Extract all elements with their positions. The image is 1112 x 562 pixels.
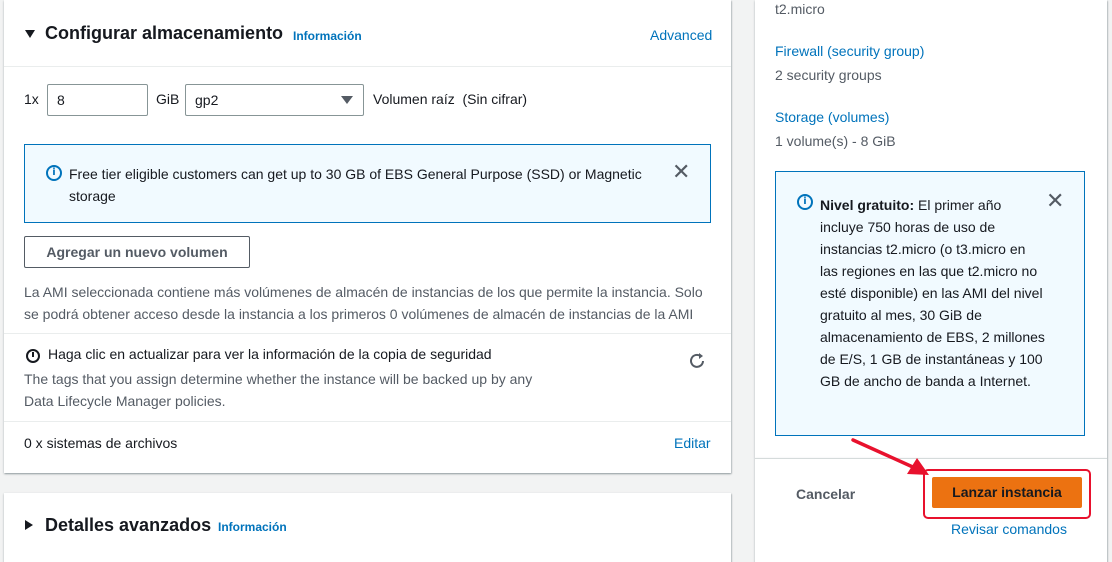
storage-section-title: Configurar almacenamiento [45, 23, 284, 43]
summary-panel: t2.micro Firewall (security group) 2 sec… [755, 0, 1107, 458]
free-tier-description: Nivel gratuito: El primer año incluye 75… [820, 194, 1045, 392]
filesystems-label: 0 x sistemas de archivos [24, 435, 178, 451]
collapse-caret-icon[interactable] [25, 30, 35, 38]
free-tier-heading: Nivel gratuito: [820, 197, 915, 213]
instance-type-value: t2.micro [775, 1, 825, 17]
storage-panel: Configurar almacenamiento Información Ad… [4, 0, 731, 473]
close-icon[interactable]: ✕ [1046, 191, 1064, 213]
close-icon[interactable]: ✕ [672, 162, 690, 184]
firewall-value: 2 security groups [775, 67, 882, 83]
volume-description: Volumen raíz (Sin cifrar) [373, 91, 528, 107]
storage-link[interactable]: Storage (volumes) [775, 109, 889, 125]
storage-value: 1 volume(s) - 8 GiB [775, 133, 896, 149]
annotation-arrow-icon [851, 438, 929, 475]
edit-link[interactable]: Editar [674, 435, 711, 451]
firewall-link[interactable]: Firewall (security group) [775, 43, 924, 59]
backup-title: Haga clic en actualizar para ver la info… [48, 346, 492, 362]
free-tier-flashbar: i Free tier eligible customers can get u… [24, 144, 711, 223]
refresh-icon[interactable] [688, 351, 708, 371]
backup-description: The tags that you assign determine wheth… [24, 371, 533, 409]
clock-icon [26, 349, 40, 363]
divider [4, 66, 731, 67]
storage-info-link[interactable]: Información [293, 29, 362, 43]
free-tier-notice: Free tier eligible customers can get up … [69, 166, 642, 204]
cancel-button[interactable]: Cancelar [796, 486, 855, 502]
volume-type-select[interactable]: gp2 [185, 84, 364, 116]
volume-count-label: 1x [24, 91, 39, 107]
advanced-details-panel: Detalles avanzados Información [4, 493, 731, 562]
size-unit-label: GiB [156, 91, 180, 107]
info-circle-icon: i [797, 194, 813, 210]
volume-size-input[interactable]: 8 [47, 84, 148, 116]
launch-instance-button[interactable]: Lanzar instancia [932, 477, 1082, 508]
divider [4, 421, 731, 422]
ami-notice: La AMI seleccionada contiene más volúmen… [24, 284, 703, 322]
volume-type-value: gp2 [195, 92, 219, 108]
expand-caret-icon[interactable] [25, 520, 33, 530]
chevron-down-icon [341, 96, 353, 104]
divider [4, 333, 731, 334]
add-volume-button[interactable]: Agregar un nuevo volumen [24, 236, 250, 268]
info-circle-icon: i [46, 165, 62, 181]
review-commands-link[interactable]: Revisar comandos [951, 521, 1067, 537]
free-tier-text: El primer año incluye 750 horas de uso d… [820, 197, 1045, 389]
free-tier-info-box: i Nivel gratuito: El primer año incluye … [775, 171, 1085, 436]
advanced-link[interactable]: Advanced [650, 27, 712, 43]
advanced-section-title[interactable]: Detalles avanzados [45, 515, 211, 536]
advanced-info-link[interactable]: Información [218, 520, 287, 534]
